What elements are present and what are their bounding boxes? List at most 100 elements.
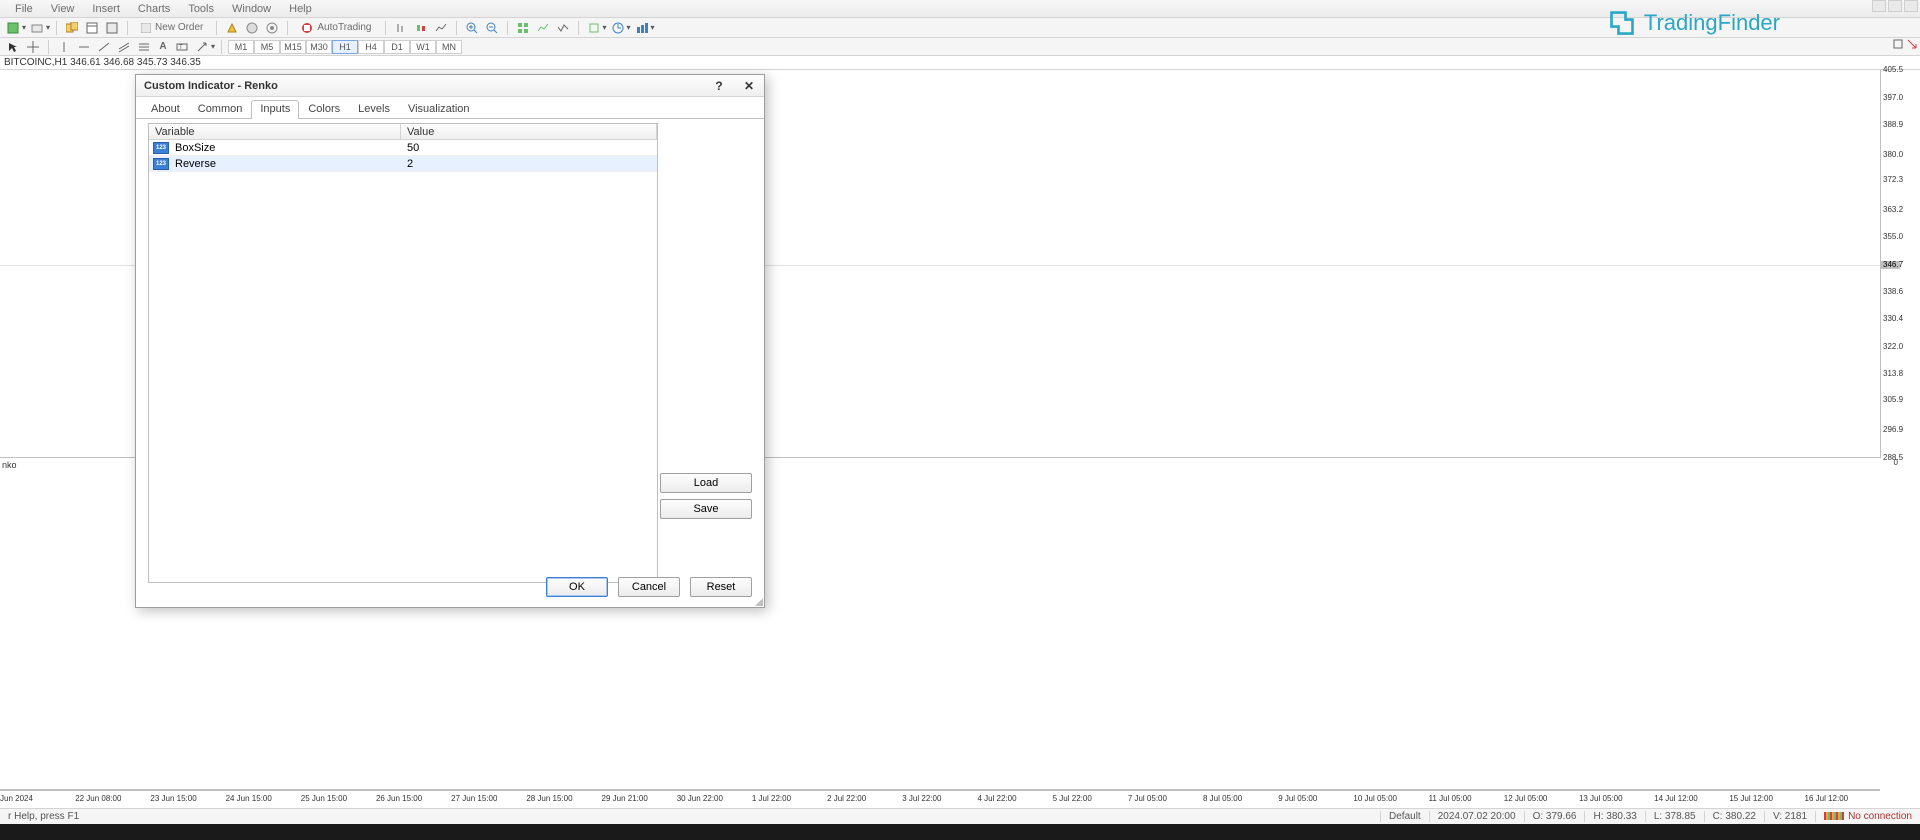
status-time: 2024.07.02 20:00: [1429, 811, 1524, 822]
timeframe-m5[interactable]: M5: [254, 40, 280, 54]
time-tick: 23 Jun 15:00: [150, 791, 225, 808]
input-row-boxsize[interactable]: 123 BoxSize50: [149, 140, 657, 156]
tab-inputs[interactable]: Inputs: [251, 100, 299, 119]
periods-icon[interactable]: [554, 20, 572, 36]
chart-window-controls[interactable]: [1892, 38, 1918, 50]
time-tick: Jun 2024: [0, 791, 75, 808]
period-icon[interactable]: [609, 20, 627, 36]
timeframe-m15[interactable]: M15: [280, 40, 306, 54]
menu-charts[interactable]: Charts: [129, 3, 179, 15]
resize-handle[interactable]: [752, 595, 764, 607]
templates-icon[interactable]: [585, 20, 603, 36]
timeframe-d1[interactable]: D1: [384, 40, 410, 54]
menu-help[interactable]: Help: [280, 3, 321, 15]
ok-button[interactable]: OK: [546, 577, 608, 597]
autotrading-label: AutoTrading: [317, 22, 371, 33]
tab-about[interactable]: About: [142, 100, 189, 119]
trendline-icon[interactable]: [95, 39, 113, 55]
vertical-line-icon[interactable]: [55, 39, 73, 55]
timeframe-m30[interactable]: M30: [306, 40, 332, 54]
time-tick: 13 Jul 05:00: [1579, 791, 1654, 808]
menu-view[interactable]: View: [42, 3, 84, 15]
save-button[interactable]: Save: [660, 499, 752, 519]
price-tick: 355.0: [1881, 233, 1900, 241]
expert-advisors-icon[interactable]: [243, 20, 261, 36]
menu-tools[interactable]: Tools: [179, 3, 223, 15]
time-tick: 1 Jul 22:00: [752, 791, 827, 808]
status-open: O: 379.66: [1524, 811, 1585, 822]
price-tick: 346.7: [1881, 261, 1900, 269]
dialog-titlebar[interactable]: Custom Indicator - Renko ? ✕: [136, 75, 764, 97]
tab-visualization[interactable]: Visualization: [399, 100, 479, 119]
help-icon[interactable]: ?: [704, 76, 734, 96]
time-tick: 26 Jun 15:00: [376, 791, 451, 808]
fibo-icon[interactable]: [135, 39, 153, 55]
bar-chart-icon[interactable]: [392, 20, 410, 36]
line-chart-icon[interactable]: [432, 20, 450, 36]
time-tick: 16 Jul 12:00: [1805, 791, 1880, 808]
status-volume: V: 2181: [1764, 811, 1815, 822]
inputs-table[interactable]: Variable Value 123BoxSize50123Reverse2: [148, 123, 658, 583]
timeframe-h1[interactable]: H1: [332, 40, 358, 54]
price-tick: 296.9: [1881, 426, 1900, 434]
equidistant-channel-icon[interactable]: [115, 39, 133, 55]
strategy-tester-icon[interactable]: [633, 20, 651, 36]
profiles-icon[interactable]: [28, 20, 46, 36]
text-label-icon[interactable]: T: [173, 39, 191, 55]
zoom-in-icon[interactable]: [463, 20, 481, 36]
tab-colors[interactable]: Colors: [299, 100, 349, 119]
svg-text:T: T: [179, 45, 183, 51]
timeframe-m1[interactable]: M1: [228, 40, 254, 54]
price-tick: 330.4: [1881, 315, 1900, 323]
param-type-icon: 123: [153, 142, 169, 154]
arrows-icon[interactable]: [193, 39, 211, 55]
new-order-button[interactable]: New Order: [134, 20, 210, 36]
load-button[interactable]: Load: [660, 473, 752, 493]
options-icon[interactable]: [263, 20, 281, 36]
timeframe-mn[interactable]: MN: [436, 40, 462, 54]
menu-file[interactable]: File: [6, 3, 42, 15]
time-tick: 3 Jul 22:00: [902, 791, 977, 808]
os-taskbar[interactable]: [0, 824, 1920, 840]
close-icon[interactable]: ✕: [734, 76, 764, 96]
tile-icon[interactable]: [514, 20, 532, 36]
data-window-icon[interactable]: [83, 20, 101, 36]
text-icon[interactable]: A: [155, 39, 171, 55]
price-tick: 372.3: [1881, 176, 1900, 184]
param-value[interactable]: 2: [401, 158, 657, 170]
market-watch-icon[interactable]: [63, 20, 81, 36]
price-tick: 363.2: [1881, 206, 1900, 214]
time-tick: 27 Jun 15:00: [451, 791, 526, 808]
navigator-icon[interactable]: [103, 20, 121, 36]
time-tick: 28 Jun 15:00: [526, 791, 601, 808]
crosshair-icon[interactable]: [24, 39, 42, 55]
timeframe-h4[interactable]: H4: [358, 40, 384, 54]
candlesticks-icon[interactable]: [412, 20, 430, 36]
restore-icon[interactable]: [1892, 38, 1904, 50]
new-chart-icon[interactable]: [4, 20, 22, 36]
time-tick: 7 Jul 05:00: [1128, 791, 1203, 808]
param-value[interactable]: 50: [401, 142, 657, 154]
arrow-icon[interactable]: [1906, 38, 1918, 50]
menu-window[interactable]: Window: [223, 3, 280, 15]
cursor-icon[interactable]: [4, 39, 22, 55]
zoom-out-icon[interactable]: [483, 20, 501, 36]
cancel-button[interactable]: Cancel: [618, 577, 680, 597]
tab-common[interactable]: Common: [189, 100, 252, 119]
menu-insert[interactable]: Insert: [83, 3, 129, 15]
status-profile[interactable]: Default: [1380, 811, 1429, 822]
timeframe-w1[interactable]: W1: [410, 40, 436, 54]
horizontal-line-icon[interactable]: [75, 39, 93, 55]
autotrading-button[interactable]: AutoTrading: [294, 20, 378, 36]
app-window-controls[interactable]: [1872, 0, 1918, 12]
input-row-reverse[interactable]: 123Reverse2: [149, 156, 657, 172]
param-name: BoxSize: [173, 142, 401, 154]
status-connection: No connection: [1815, 811, 1920, 822]
metaquotes-icon[interactable]: [223, 20, 241, 36]
indicators-icon[interactable]: [534, 20, 552, 36]
tab-levels[interactable]: Levels: [349, 100, 399, 119]
time-axis: Jun 202422 Jun 08:0023 Jun 15:0024 Jun 1…: [0, 790, 1880, 808]
time-tick: 15 Jul 12:00: [1729, 791, 1804, 808]
chart-symbol-ohlc: BITCOINC,H1 346.61 346.68 345.73 346.35: [4, 57, 201, 68]
reset-button[interactable]: Reset: [690, 577, 752, 597]
